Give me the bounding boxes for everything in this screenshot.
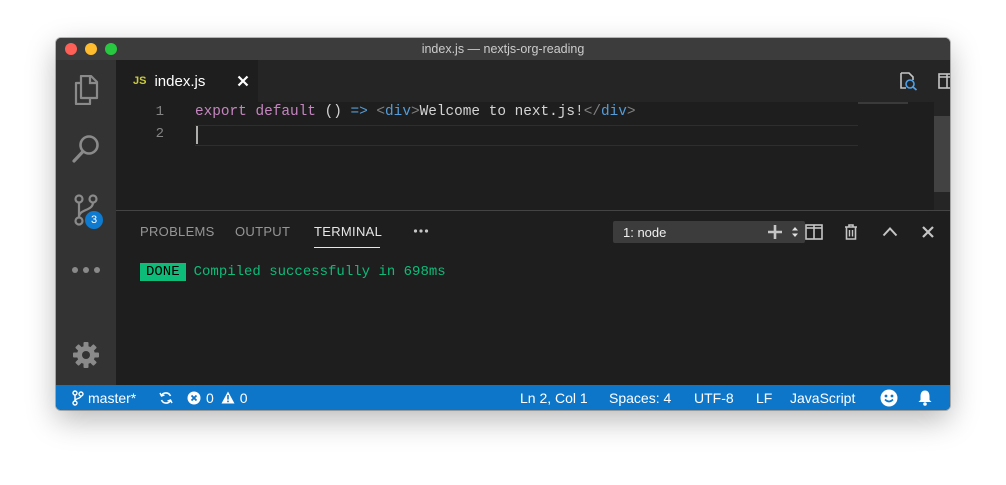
search-view-button[interactable]: [56, 124, 116, 174]
current-line-highlight: [195, 125, 858, 146]
end-of-line[interactable]: LF: [756, 385, 772, 410]
terminal-selector-value: 1: node: [623, 224, 667, 240]
warning-icon: [221, 391, 235, 404]
notifications-button[interactable]: [917, 385, 933, 410]
branch-indicator[interactable]: master*: [72, 385, 136, 410]
editor-tab-bar: JS index.js: [116, 60, 950, 102]
warning-count: 0: [239, 389, 248, 406]
source-control-button[interactable]: 3: [56, 185, 116, 235]
more-icon: [72, 267, 100, 273]
terminal-output-line: DONE Compiled successfully in 698ms: [140, 263, 446, 281]
close-window-button[interactable]: [65, 43, 77, 55]
window-title: index.js — nextjs-org-reading: [421, 42, 585, 56]
select-arrows-icon: [792, 227, 798, 237]
tab-terminal[interactable]: TERMINAL: [314, 224, 382, 239]
minimize-window-button[interactable]: [85, 43, 97, 55]
open-changes-icon[interactable]: [898, 71, 918, 91]
minimap[interactable]: [858, 102, 908, 104]
text-cursor: [196, 126, 198, 144]
sync-icon: [159, 391, 173, 404]
editor-scrollbar-thumb[interactable]: [934, 116, 950, 192]
split-terminal-icon[interactable]: [804, 223, 824, 241]
title-bar: index.js — nextjs-org-reading: [56, 38, 950, 60]
vscode-window: index.js — nextjs-org-reading 3 JS index…: [56, 38, 950, 410]
zoom-window-button[interactable]: [105, 43, 117, 55]
split-editor-icon[interactable]: [937, 71, 950, 91]
active-tab-indicator: [314, 247, 380, 248]
tab-label: index.js: [154, 72, 206, 90]
language-mode[interactable]: JavaScript: [790, 385, 855, 410]
error-icon: [187, 391, 201, 404]
more-views-button[interactable]: [56, 245, 116, 295]
gear-icon: [73, 342, 99, 368]
js-file-icon: JS: [133, 75, 147, 87]
bottom-panel: PROBLEMS OUTPUT TERMINAL 1: node DONE Co…: [116, 210, 950, 386]
error-count: 0: [206, 389, 214, 406]
tab-index-js[interactable]: JS index.js: [116, 60, 258, 102]
maximize-panel-icon[interactable]: [881, 223, 899, 241]
feedback-button[interactable]: [880, 385, 898, 410]
panel-more-icon[interactable]: [413, 223, 429, 239]
problems-indicator[interactable]: 0 0: [187, 385, 248, 410]
source-control-badge: 3: [85, 211, 103, 229]
terminal-message: Compiled successfully in 698ms: [193, 264, 446, 280]
tab-output[interactable]: OUTPUT: [235, 224, 290, 239]
indentation[interactable]: Spaces: 4: [609, 385, 671, 410]
files-icon: [74, 75, 99, 105]
line-number: 1: [155, 104, 164, 120]
encoding[interactable]: UTF-8: [694, 385, 734, 410]
trash-icon[interactable]: [842, 223, 860, 241]
done-badge: DONE: [140, 263, 186, 281]
branch-name: master*: [88, 389, 137, 406]
status-bar: master* 0 0 Ln 2, Col 1 Spaces: 4 UTF-8 …: [56, 385, 950, 410]
close-panel-icon[interactable]: [920, 223, 936, 241]
code-editor[interactable]: 1 2 export default () => <div>Welcome to…: [116, 102, 950, 210]
manage-button[interactable]: [56, 330, 116, 380]
close-icon[interactable]: [235, 73, 251, 89]
explorer-button[interactable]: [56, 65, 116, 115]
git-branch-icon: [72, 389, 84, 406]
activity-bar: 3: [56, 60, 116, 385]
search-icon: [72, 135, 99, 163]
code-line-1[interactable]: export default () => <div>Welcome to nex…: [195, 104, 636, 120]
cursor-position[interactable]: Ln 2, Col 1: [520, 385, 588, 410]
line-number: 2: [155, 126, 164, 142]
window-controls: [65, 43, 117, 55]
sync-button[interactable]: [159, 385, 173, 410]
new-terminal-icon[interactable]: [766, 223, 784, 241]
bell-icon: [918, 390, 932, 406]
smiley-icon: [880, 389, 898, 406]
tab-problems[interactable]: PROBLEMS: [140, 224, 215, 239]
